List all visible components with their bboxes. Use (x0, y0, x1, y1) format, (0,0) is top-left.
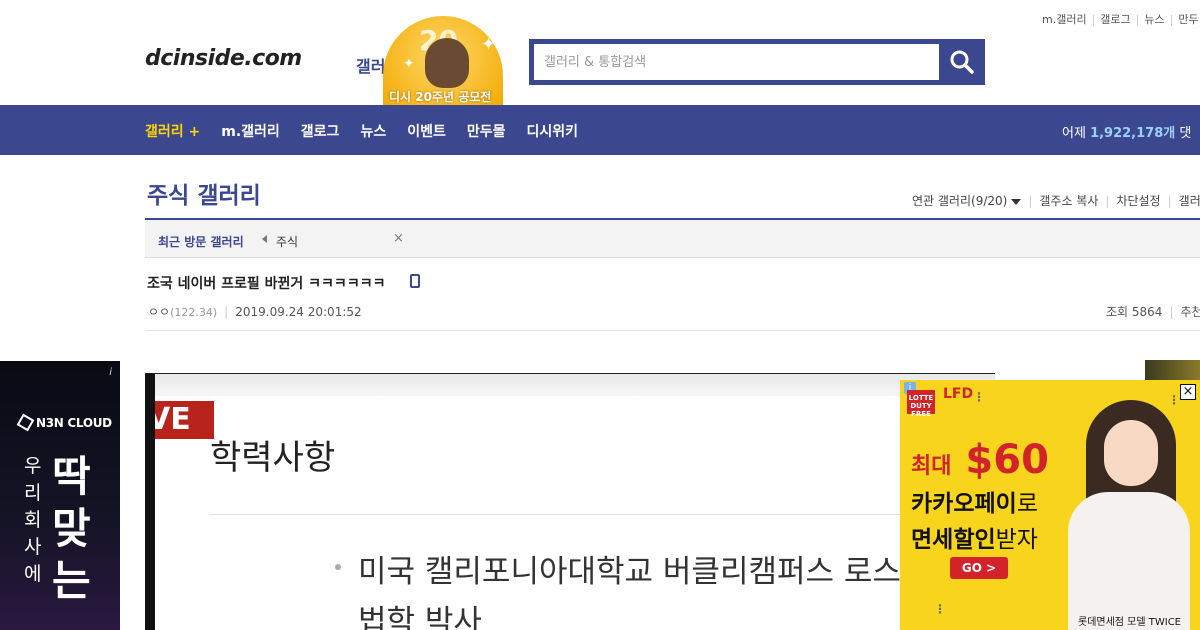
recent-galleries-label: 최근 방문 갤러리 (158, 235, 244, 249)
model-body (1068, 492, 1190, 630)
stat-value: 1,922,178개 (1090, 126, 1176, 141)
cube-logo-icon (16, 413, 35, 432)
model-image (1068, 394, 1190, 630)
nav-item-wiki[interactable]: 디시위키 (526, 121, 578, 141)
top-link-gallog[interactable]: 갤로그 (1100, 13, 1130, 26)
post-stats: 조회 5864 | 추천 (1106, 303, 1200, 320)
recent-close-icon[interactable]: × (393, 231, 404, 246)
top-links: m.갤러리 | 갤로그 | 뉴스 | 만두 (1042, 11, 1199, 27)
model-face (1104, 420, 1158, 486)
post-title: 조국 네이버 프로필 바뀐거 ㅋㅋㅋㅋㅋㅋ (147, 276, 386, 292)
divider: | (1135, 13, 1140, 26)
sparkle-icon: ✦ (481, 34, 497, 55)
divider: | (1167, 194, 1172, 208)
right-popup-ad[interactable]: i LOTTE DUTY FREE LFD ⋮ ⋮ ⋮ × 최대 $60 카카오… (900, 380, 1200, 630)
image-heading: 학력사항 (210, 438, 336, 478)
partial-ad-strip[interactable] (1145, 360, 1200, 382)
ad-brand-name: N3N CLOUD (36, 416, 112, 430)
ad-line3: 면세할인받자 (911, 520, 1038, 554)
divider: | (1091, 13, 1096, 26)
divider: | (224, 305, 229, 319)
ad-go-button[interactable]: GO > (950, 557, 1008, 579)
dots-icon: ⋮ (973, 390, 985, 404)
ad-vertical-text: 우리회사에 (24, 455, 42, 585)
ad-headline: 딱맞는 (52, 452, 91, 605)
recent-galleries-bar: 최근 방문 갤러리 주식 × (145, 218, 1200, 258)
dots-icon: ⋮ (934, 602, 946, 616)
image-rule (210, 514, 995, 515)
ad-line2-bold: 카카오페이 (911, 491, 1017, 517)
ad-offer: 최대 $60 (911, 438, 1049, 489)
stat-suffix: 댓 (1179, 126, 1192, 141)
sparkle-icon: ✦ (403, 56, 415, 72)
post-meta: ㅇㅇ(122.34) | 2019.09.24 20:01:52 (148, 303, 362, 320)
top-link-mandu[interactable]: 만두 (1178, 13, 1198, 26)
ad-line2-light: 로 (1016, 491, 1038, 517)
mobile-icon (410, 274, 420, 288)
image-text-line2: 법학 박사 (358, 604, 482, 630)
lotte-dutyfree-logo: LOTTE DUTY FREE (907, 390, 935, 418)
bullet-icon (335, 564, 341, 570)
ad-offer-amount: $60 (965, 437, 1049, 483)
nav-item-mandumall[interactable]: 만두몰 (467, 121, 506, 141)
ad-line3-light: 받자 (995, 527, 1038, 553)
nav-item-gallog[interactable]: 갤로그 (301, 121, 340, 141)
ad-info-icon[interactable]: i (109, 367, 112, 378)
mascot-face-icon (425, 38, 469, 88)
ad-line3-bold: 면세할인 (911, 527, 996, 553)
divider: | (1169, 305, 1174, 319)
post-author[interactable]: ㅇㅇ (148, 305, 170, 319)
lfd-logo: LFD (943, 386, 974, 402)
top-link-m-gallery[interactable]: m.갤러리 (1042, 13, 1087, 26)
image-text-line1: 미국 캘리포니아대학교 버클리캠퍼스 로스 (358, 554, 901, 590)
search-bar (529, 39, 985, 85)
recommend-count: 추천 (1180, 305, 1200, 319)
divider: | (1105, 194, 1110, 208)
yesterday-stat: 어제 1,922,178개 댓 (1062, 122, 1191, 141)
stat-prefix: 어제 (1062, 126, 1086, 141)
search-icon (950, 50, 974, 74)
anniversary-badge[interactable]: 20 ✦ ✦ 디시 20주년 공모전 (383, 16, 503, 108)
post-ip: (122.34) (170, 306, 218, 319)
image-top-bar (155, 374, 995, 396)
top-link-news[interactable]: 뉴스 (1144, 13, 1164, 26)
post-date: 2019.09.24 20:01:52 (235, 305, 362, 319)
view-count: 조회 5864 (1106, 305, 1163, 319)
caret-down-icon (1011, 198, 1022, 205)
ad-offer-prefix: 최대 (911, 454, 952, 479)
badge-caption: 디시 20주년 공모전 (389, 90, 492, 104)
ad-credit: 롯데면세점 모델 TWICE (1078, 617, 1182, 628)
recent-gallery-item[interactable]: 주식 (276, 233, 298, 250)
nav-item-m-gallery[interactable]: m.갤러리 (221, 121, 280, 141)
prev-arrow-icon[interactable] (262, 235, 267, 243)
gallery-tools: 연관 갤러리(9/20) | 갤주소 복사 | 차단설정 | 갤러 (912, 192, 1200, 209)
post-image: VE 학력사항 미국 캘리포니아대학교 버클리캠퍼스 로스 법학 박사 (145, 373, 995, 630)
left-banner-ad[interactable]: i N3N CLOUD 우리회사에 딱맞는 (0, 361, 120, 630)
live-badge: VE (155, 401, 214, 439)
nav-item-news[interactable]: 뉴스 (360, 121, 386, 141)
main-nav: 갤러리 + m.갤러리 갤로그 뉴스 이벤트 만두몰 디시위키 어제 1,922… (0, 105, 1200, 155)
related-gallery-label: 연관 갤러리(9/20) (912, 194, 1008, 208)
nav-item-event[interactable]: 이벤트 (407, 121, 446, 141)
gallery-tools-more[interactable]: 갤러 (1179, 194, 1200, 208)
divider: | (1028, 194, 1033, 208)
ad-brand: N3N CLOUD (16, 413, 112, 432)
block-settings-button[interactable]: 차단설정 (1116, 194, 1160, 208)
ad-line2: 카카오페이로 (911, 484, 1038, 518)
divider: | (1169, 13, 1174, 26)
gallery-title[interactable]: 주식 갤러리 (147, 176, 261, 210)
search-button[interactable] (939, 39, 985, 85)
copy-address-button[interactable]: 갤주소 복사 (1039, 194, 1098, 208)
post-divider (145, 330, 1200, 331)
nav-item-gallery[interactable]: 갤러리 + (145, 121, 200, 141)
related-gallery-dropdown[interactable]: 연관 갤러리(9/20) (912, 194, 1022, 208)
search-input[interactable] (534, 44, 939, 80)
site-logo[interactable]: dcinside.com (145, 46, 302, 71)
